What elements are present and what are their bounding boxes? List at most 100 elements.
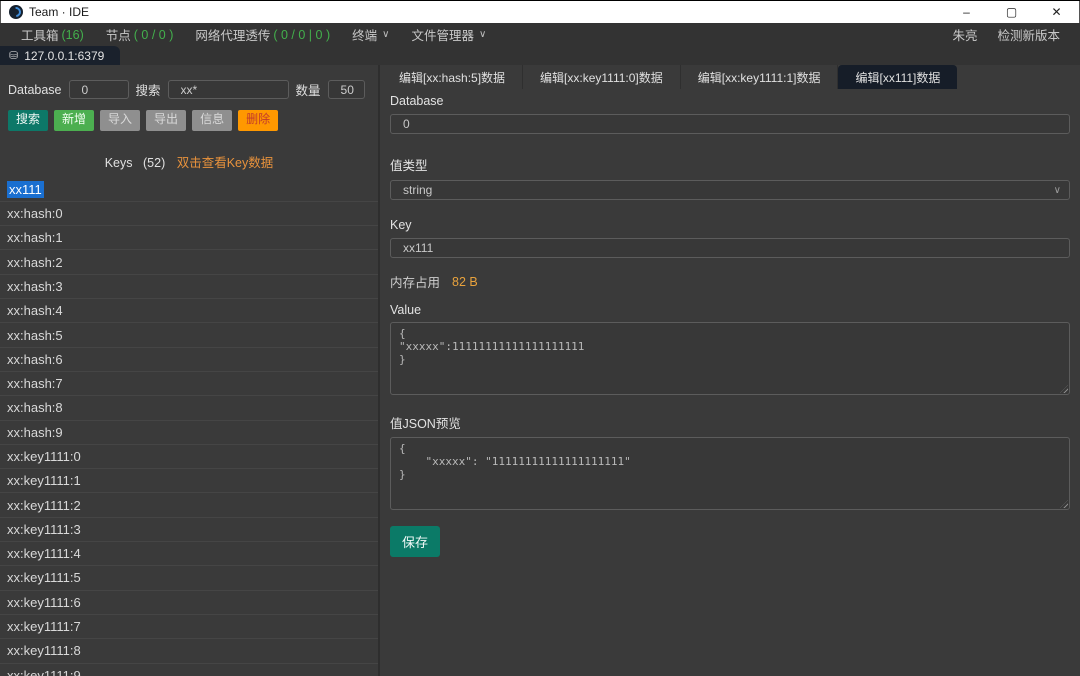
- check-update-link[interactable]: 检测新版本: [987, 25, 1070, 44]
- key-name: xx111: [7, 180, 44, 198]
- sidebar-button-row: 搜索 新增 导入 导出 信息 删除: [0, 110, 378, 131]
- menu-item-label: 网络代理透传: [195, 29, 271, 43]
- value-area-wrap: { "xxxxx":11111111111111111111 }: [390, 322, 1070, 395]
- user-name[interactable]: 朱亮: [942, 25, 987, 44]
- editor-tab-bar: 编辑[xx:hash:5]数据 编辑[xx:key1111:0]数据 编辑[xx:k…: [380, 65, 1080, 89]
- main-area: Database 搜索 数量 搜索新增导入导出信息删除 Keys (52) 双击…: [0, 65, 1080, 676]
- connection-tab-strip: ⛁ 127.0.0.1:6379: [0, 46, 1080, 65]
- editor-tab-2[interactable]: 编辑[xx:key1111:1]数据: [681, 65, 839, 89]
- key-name: xx:key1111:2: [7, 497, 81, 513]
- connection-tab-label: 127.0.0.1:6379: [24, 48, 105, 63]
- keys-header: Keys (52) 双击查看Key数据: [0, 152, 378, 171]
- chevron-down-icon: ∨: [1053, 184, 1061, 196]
- database-input[interactable]: [68, 80, 129, 99]
- key-list-item[interactable]: xx:hash:1: [0, 226, 378, 251]
- database-icon: ⛁: [9, 50, 19, 62]
- form-database-input[interactable]: [390, 114, 1070, 134]
- key-list-item[interactable]: xx:key1111:4: [0, 542, 378, 567]
- count-input[interactable]: [327, 80, 365, 99]
- menu-item-label: 节点: [105, 29, 131, 43]
- key-list-item[interactable]: xx:hash:4: [0, 299, 378, 324]
- key-list-item[interactable]: xx:key1111:6: [0, 591, 378, 615]
- menu-item-2[interactable]: 网络代理透传( 0 / 0 | 0 ): [184, 25, 341, 44]
- key-name: xx:hash:7: [7, 376, 63, 392]
- form-database-label: Database: [390, 94, 444, 108]
- value-type-label: 值类型: [390, 159, 428, 173]
- menu-item-label: 文件管理器: [411, 29, 474, 43]
- key-list-item[interactable]: xx:key1111:2: [0, 493, 378, 518]
- editor-panel: 编辑[xx:hash:5]数据 编辑[xx:key1111:0]数据 编辑[xx:k…: [380, 65, 1080, 676]
- search-label: 搜索: [135, 84, 161, 98]
- title-bar: Team · IDE – ▢ ✕: [0, 1, 1080, 23]
- key-list-item[interactable]: xx:hash:3: [0, 275, 378, 300]
- window-title: Team · IDE: [29, 5, 90, 19]
- sidebar-button-1[interactable]: 新增: [54, 110, 95, 131]
- key-list-item[interactable]: xx:key1111:3: [0, 518, 378, 543]
- sidebar-button-5[interactable]: 删除: [238, 110, 279, 131]
- json-preview-textarea[interactable]: { "xxxxx": "11111111111111111111" }: [390, 437, 1070, 510]
- key-list-item[interactable]: xx111: [0, 178, 378, 202]
- key-name: xx:hash:2: [7, 254, 63, 270]
- key-list-item[interactable]: xx:hash:5: [0, 323, 378, 348]
- menu-item-3[interactable]: 终端 ∨: [341, 25, 400, 44]
- menu-item-4[interactable]: 文件管理器 ∨: [400, 25, 497, 44]
- search-input[interactable]: [167, 80, 289, 99]
- key-list: xx111 xx:hash:0 xx:hash:1 xx:hash:2 xx:hash:…: [0, 178, 378, 676]
- json-preview-label: 值JSON预览: [390, 417, 461, 431]
- menu-item-label: 工具箱: [21, 29, 59, 43]
- minimize-button[interactable]: –: [944, 1, 989, 23]
- sidebar-button-0[interactable]: 搜索: [8, 110, 49, 131]
- app-logo-icon: [9, 5, 23, 19]
- key-list-item[interactable]: xx:key1111:8: [0, 639, 378, 664]
- key-list-item[interactable]: xx:hash:0: [0, 202, 378, 227]
- key-name: xx:key1111:6: [7, 594, 81, 610]
- key-name: xx:key1111:9: [7, 667, 81, 676]
- count-label: 数量: [295, 84, 321, 98]
- menu-item-0[interactable]: 工具箱 (16): [10, 25, 95, 44]
- keys-sidebar: Database 搜索 数量 搜索新增导入导出信息删除 Keys (52) 双击…: [0, 65, 380, 676]
- sidebar-button-3[interactable]: 导出: [146, 110, 187, 131]
- key-list-item[interactable]: xx:key1111:7: [0, 615, 378, 640]
- maximize-button[interactable]: ▢: [989, 1, 1034, 23]
- key-name: xx:hash:9: [7, 424, 63, 440]
- keys-title: Keys: [104, 155, 133, 170]
- key-list-item[interactable]: xx:key1111:0: [0, 445, 378, 470]
- key-list-item[interactable]: xx:key1111:1: [0, 469, 378, 494]
- key-name: xx:hash:1: [7, 230, 63, 246]
- value-type-select[interactable]: string ∨: [390, 180, 1070, 200]
- menu-bar: 工具箱 (16) 节点( 0 / 0 ) 网络代理透传( 0 / 0 | 0 ) 终端 ∨…: [0, 23, 1080, 46]
- sidebar-button-4[interactable]: 信息: [192, 110, 233, 131]
- chevron-down-icon: ∨: [382, 29, 390, 40]
- value-textarea[interactable]: { "xxxxx":11111111111111111111 }: [390, 322, 1070, 395]
- key-name: xx:key1111:4: [7, 546, 81, 562]
- key-name: xx:key1111:3: [7, 521, 81, 537]
- editor-tab-0[interactable]: 编辑[xx:hash:5]数据: [382, 65, 524, 89]
- key-list-item[interactable]: xx:key1111:5: [0, 566, 378, 591]
- key-list-item[interactable]: xx:hash:8: [0, 396, 378, 421]
- editor-tab-1[interactable]: 编辑[xx:key1111:0]数据: [523, 65, 681, 89]
- menu-items: 工具箱 (16) 节点( 0 / 0 ) 网络代理透传( 0 / 0 | 0 ) 终端 ∨…: [10, 25, 497, 44]
- key-name: xx:hash:3: [7, 278, 63, 294]
- close-button[interactable]: ✕: [1034, 1, 1079, 23]
- key-name: xx:hash:6: [7, 351, 63, 367]
- editor-tab-3[interactable]: 编辑[xx111]数据: [838, 65, 958, 89]
- key-name: xx:key1111:1: [7, 473, 81, 489]
- connection-tab[interactable]: ⛁ 127.0.0.1:6379: [0, 46, 121, 65]
- key-name: xx:hash:4: [7, 303, 63, 319]
- menu-item-label: 终端: [352, 29, 378, 43]
- key-label: Key: [390, 218, 412, 232]
- key-list-item[interactable]: xx:hash:2: [0, 250, 378, 275]
- key-name: xx:key1111:0: [7, 449, 81, 464]
- menu-item-1[interactable]: 节点( 0 / 0 ): [95, 25, 185, 44]
- sidebar-button-2[interactable]: 导入: [100, 110, 141, 131]
- save-button[interactable]: 保存: [390, 526, 441, 557]
- key-list-item[interactable]: xx:key1111:9: [0, 664, 378, 676]
- key-list-item[interactable]: xx:hash:7: [0, 372, 378, 397]
- key-input[interactable]: [390, 238, 1070, 258]
- value-type-selected: string: [403, 183, 433, 197]
- key-list-item[interactable]: xx:hash:9: [0, 421, 378, 445]
- key-list-item[interactable]: xx:hash:6: [0, 348, 378, 372]
- menu-item-count: ( 0 / 0 | 0 ): [273, 27, 331, 42]
- chevron-down-icon: ∨: [478, 29, 487, 40]
- key-name: xx:key1111:7: [7, 619, 81, 635]
